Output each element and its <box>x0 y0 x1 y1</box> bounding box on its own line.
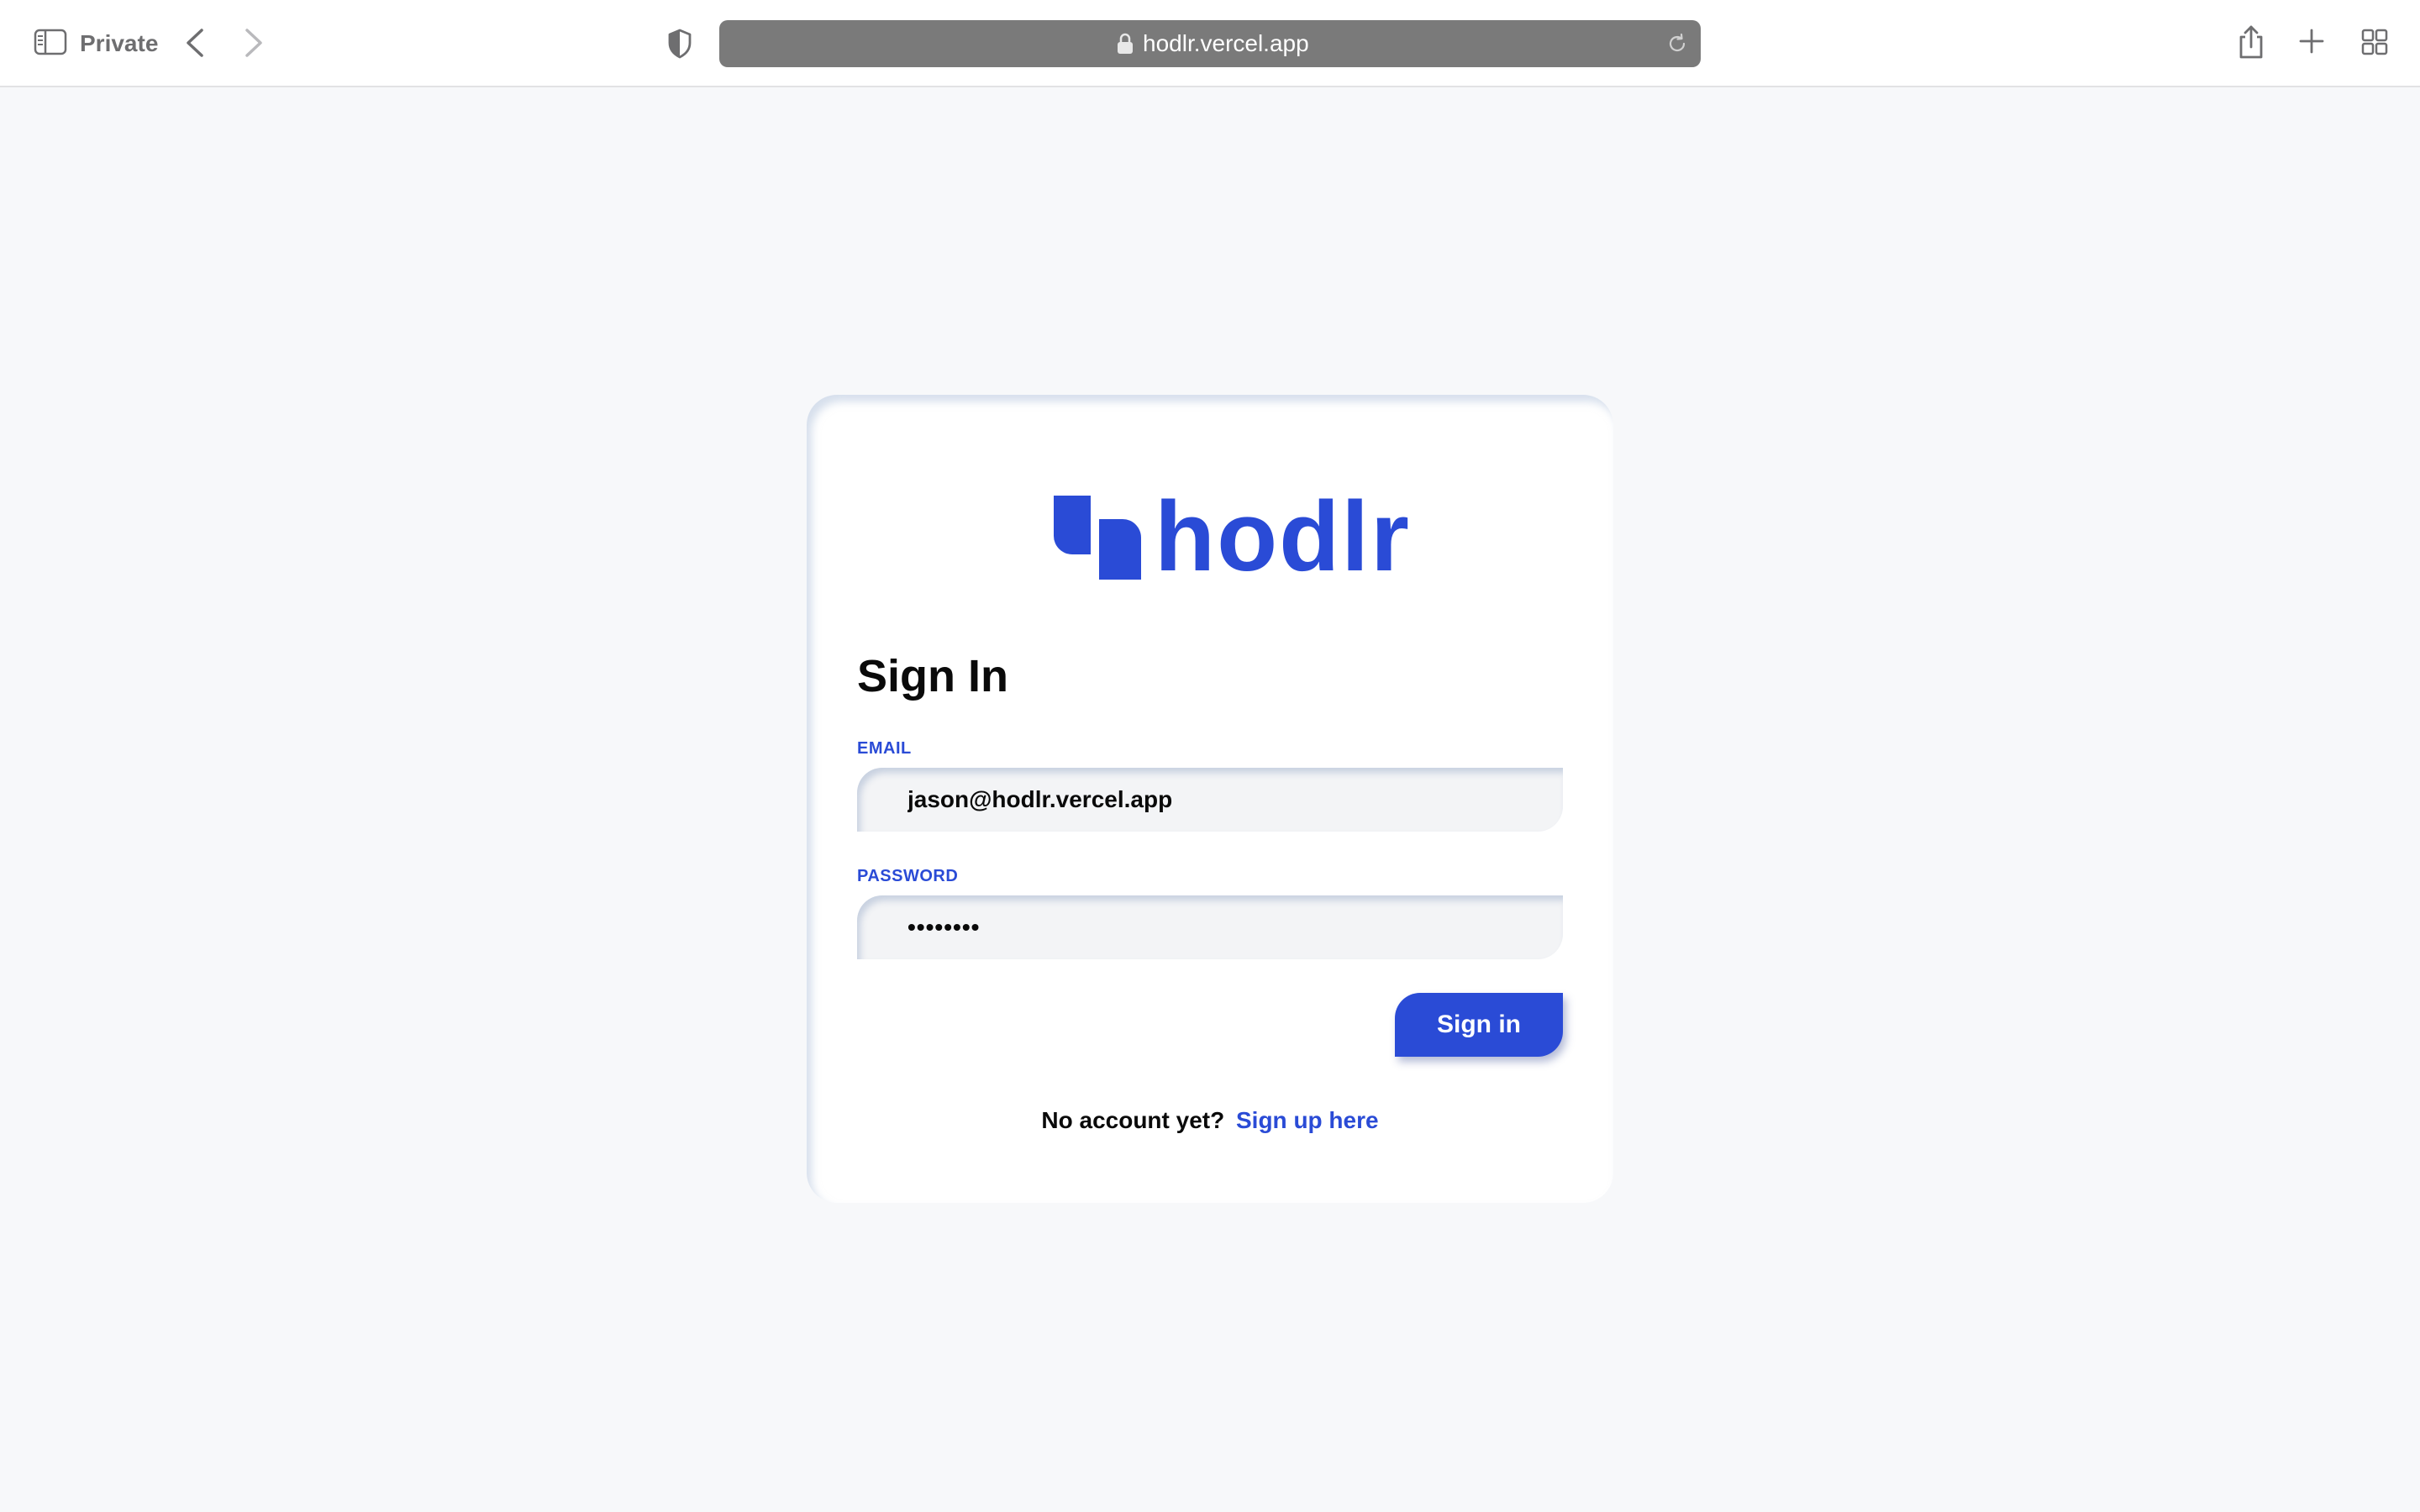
reload-icon[interactable] <box>1665 32 1689 55</box>
page-title: Sign In <box>857 651 1008 701</box>
plus-icon[interactable] <box>2299 29 2324 54</box>
sign-in-button[interactable]: Sign in <box>1395 993 1563 1057</box>
email-field[interactable] <box>857 768 1563 832</box>
browser-toolbar: Private hodlr.vercel.app <box>0 0 2420 87</box>
email-label: EMAIL <box>857 739 912 758</box>
shield-icon[interactable] <box>667 29 692 59</box>
password-field[interactable] <box>857 895 1563 959</box>
private-mode-label: Private <box>80 30 159 56</box>
signup-prompt-row: No account yet? Sign up here <box>807 1107 1613 1134</box>
address-bar[interactable]: hodlr.vercel.app <box>719 20 1701 67</box>
tab-overview-icon[interactable] <box>2361 29 2388 55</box>
password-label: PASSWORD <box>857 867 959 885</box>
url-text: hodlr.vercel.app <box>1143 30 1309 56</box>
hodlr-logo: hodlr <box>1054 482 1409 591</box>
chevron-right-icon[interactable] <box>242 27 266 59</box>
share-icon[interactable] <box>2237 24 2265 60</box>
chevron-left-icon[interactable] <box>183 27 207 59</box>
signin-card: hodlr Sign In EMAIL PASSWORD Sign in No … <box>807 395 1613 1203</box>
sign-up-link[interactable]: Sign up here <box>1236 1107 1379 1133</box>
sidebar-icon[interactable] <box>34 29 67 55</box>
lock-icon <box>1118 33 1133 54</box>
hodlr-logo-mark-icon <box>1054 496 1141 580</box>
signup-prompt-text: No account yet? <box>1041 1107 1225 1133</box>
hodlr-logo-text: hodlr <box>1155 481 1411 592</box>
